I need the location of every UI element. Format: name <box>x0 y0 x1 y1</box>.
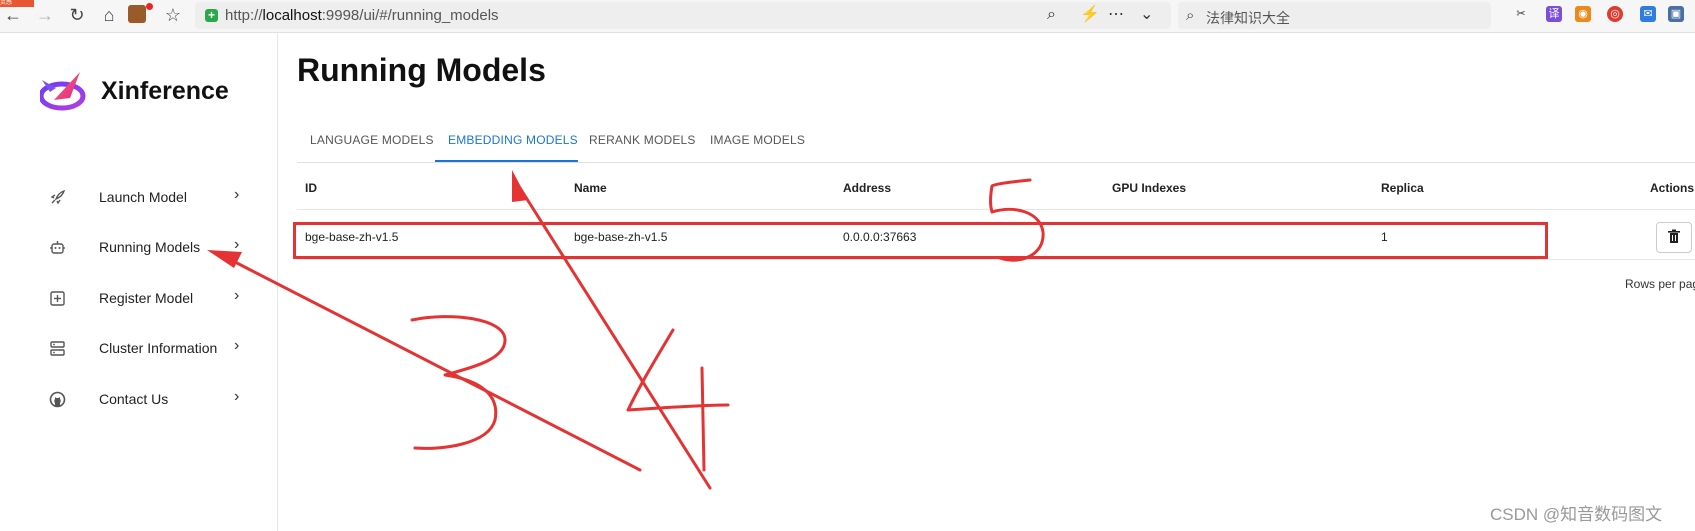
sidebar-item-contact-us[interactable]: Contact Us › <box>0 379 277 419</box>
model-type-tabs: LANGUAGE MODELS EMBEDDING MODELS RERANK … <box>297 120 1695 162</box>
weibo-icon[interactable]: ◎ <box>1607 6 1623 22</box>
scissors-icon[interactable]: ✂ <box>1513 6 1529 22</box>
sidebar-item-label: Register Model <box>99 290 194 306</box>
annotation-highlight-box <box>293 222 1548 259</box>
sidebar-item-cluster-information[interactable]: Cluster Information › <box>0 328 277 368</box>
sidebar-item-label: Contact Us <box>99 391 169 407</box>
favorites-icon[interactable]: ☆ <box>162 4 184 26</box>
search-icon: ⌕ <box>1186 7 1195 24</box>
search-input[interactable]: 法律知识大全 <box>1206 8 1290 28</box>
url-text[interactable]: http://localhost:9998/ui/#/running_model… <box>225 7 499 24</box>
column-header-replica: Replica <box>1381 181 1424 195</box>
sidebar-item-label: Launch Model <box>99 189 187 205</box>
tab-embedding-models[interactable]: EMBEDDING MODELS <box>448 133 578 147</box>
chevron-right-icon: › <box>234 337 240 354</box>
browser-toolbar: 灵感 ← → ↻ ⌂ ☆ + http://localhost:9998/ui/… <box>0 0 1695 33</box>
secure-icon: + <box>205 9 218 22</box>
chevron-right-icon: › <box>234 388 240 405</box>
chevron-right-icon: › <box>234 236 240 253</box>
delete-button[interactable] <box>1656 222 1692 253</box>
robot-icon <box>50 241 65 254</box>
chevron-right-icon: › <box>234 186 240 203</box>
notification-dot <box>146 3 153 10</box>
page-title: Running Models <box>297 52 546 88</box>
rows-per-page-label: Rows per page <box>1625 277 1695 291</box>
screenshot-icon[interactable]: ▣ <box>1668 6 1684 22</box>
trash-icon <box>1668 229 1680 243</box>
mail-icon[interactable]: ✉ <box>1640 6 1656 22</box>
watermark: CSDN @知音数码图文 <box>1490 505 1663 524</box>
column-header-address: Address <box>843 181 892 195</box>
browser-search-box[interactable]: ⌕ 法律知识大全 <box>1178 2 1491 29</box>
rocket-icon <box>50 189 66 205</box>
gamepad-icon[interactable]: ◉ <box>1575 6 1591 22</box>
back-icon[interactable]: ← <box>2 4 24 26</box>
sidebar-item-label: Running Models <box>99 239 201 255</box>
zoom-icon[interactable]: ⌕ <box>1047 6 1056 24</box>
address-bar[interactable]: + http://localhost:9998/ui/#/running_mod… <box>195 2 1171 29</box>
server-icon <box>50 341 65 356</box>
home-icon[interactable]: ⌂ <box>98 4 120 26</box>
tabs-divider <box>297 162 1695 163</box>
tab-language-models[interactable]: LANGUAGE MODELS <box>310 133 434 147</box>
tab-image-models[interactable]: IMAGE MODELS <box>710 133 805 147</box>
column-header-name: Name <box>574 181 607 195</box>
sidebar-item-label: Cluster Information <box>99 340 218 356</box>
app-name: Xinference <box>101 77 229 105</box>
add-box-icon <box>50 291 65 306</box>
reload-icon[interactable]: ↻ <box>66 4 88 26</box>
table-header-divider <box>297 209 1695 210</box>
forward-icon[interactable]: → <box>34 4 56 26</box>
table-row-divider <box>297 259 1695 260</box>
column-header-gpu-indexes: GPU Indexes <box>1112 181 1187 195</box>
more-icon[interactable]: ⋯ <box>1108 6 1124 24</box>
xinference-logo-icon <box>40 72 86 111</box>
github-icon <box>49 391 66 408</box>
chevron-down-icon[interactable]: ⌄ <box>1140 6 1153 24</box>
sidebar-item-running-models[interactable]: Running Models › <box>0 227 277 267</box>
translate-icon[interactable]: 译 <box>1546 6 1562 22</box>
sidebar: Xinference Launch Model › Running Models… <box>0 33 278 531</box>
chevron-right-icon: › <box>234 287 240 304</box>
briefcase-icon[interactable] <box>128 5 146 23</box>
tab-rerank-models[interactable]: RERANK MODELS <box>589 133 696 147</box>
column-header-actions: Actions <box>1650 181 1695 195</box>
lightning-icon[interactable]: ⚡ <box>1080 6 1100 24</box>
sidebar-item-register-model[interactable]: Register Model › <box>0 278 277 318</box>
column-header-id: ID <box>305 181 317 195</box>
sidebar-item-launch-model[interactable]: Launch Model › <box>0 177 277 217</box>
active-tab-indicator <box>435 160 578 162</box>
